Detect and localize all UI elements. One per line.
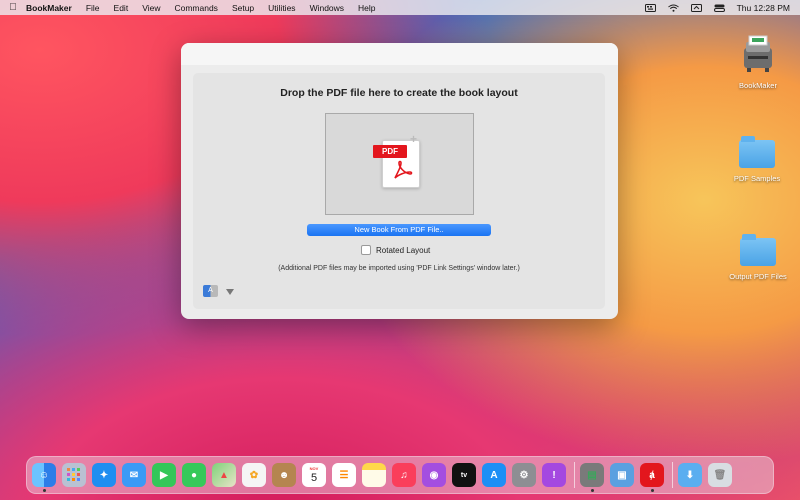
menu-windows[interactable]: Windows [310, 3, 344, 13]
preview-icon: ▣ [617, 469, 627, 481]
podcasts-icon: ◉ [429, 469, 439, 481]
dock-trash[interactable]: 🗑 [708, 463, 732, 487]
dock-music[interactable]: ♫ [392, 463, 416, 487]
feedback-icon: ! [552, 469, 556, 481]
plus-icon: + [410, 132, 418, 146]
dock-mail[interactable]: ✉ [122, 463, 146, 487]
desktop-icon-bookmaker[interactable]: BookMaker [718, 34, 798, 90]
control-center-icon[interactable] [713, 4, 725, 12]
drop-panel: Drop the PDF file here to create the boo… [193, 73, 605, 309]
dock-system-preferences[interactable]: ⚙ [512, 463, 536, 487]
bookmaker-window: Drop the PDF file here to create the boo… [181, 43, 618, 319]
downloads-folder-icon: ⬇ [685, 469, 695, 481]
acrobat-icon [394, 160, 413, 179]
new-book-from-pdf-button[interactable]: New Book From PDF File.. [307, 224, 491, 236]
calendar-day: 5 [310, 472, 318, 484]
desktop-icon-output-pdf-files[interactable]: Output PDF Files [718, 234, 798, 281]
menu-bar:  BookMaker File Edit View Commands Setu… [0, 0, 800, 15]
dock-maps[interactable]: ▲ [212, 463, 236, 487]
photos-flower-icon: ✿ [249, 469, 259, 481]
menu-view[interactable]: View [142, 3, 160, 13]
dock-bookmaker[interactable]: ▤ [580, 463, 604, 492]
dock-calendar[interactable]: NOV 5 [302, 463, 326, 487]
language-icon[interactable]: A [203, 285, 218, 297]
dock-feedback[interactable]: ! [542, 463, 566, 487]
app-store-icon: A [490, 469, 498, 481]
desktop-icon-label: BookMaker [739, 81, 777, 90]
import-note: (Additional PDF files may be imported us… [278, 265, 520, 272]
language-dropdown-icon[interactable] [226, 289, 234, 295]
dock-tv[interactable]: tv [452, 463, 476, 487]
dock-contacts[interactable]: ☻ [272, 463, 296, 487]
dock-downloads[interactable]: ⬇ [678, 463, 702, 487]
dock-separator [574, 462, 575, 488]
status-area: Thu 12:28 PM [644, 0, 790, 15]
desktop-icon-label: PDF Samples [733, 174, 781, 183]
dock-reminders[interactable]: ☰ [332, 463, 356, 487]
wifi-icon[interactable] [667, 4, 679, 12]
contacts-person-icon: ☻ [278, 469, 290, 481]
dock: ☺ ✦ ✉ ▶ ● ▲ ✿ ☻ NOV 5 ☰ ♫ ◉ tv A ⚙ ! ▤ ▣… [26, 456, 774, 494]
dock-preview[interactable]: ▣ [610, 463, 634, 487]
pdf-drop-zone[interactable]: PDF + [325, 113, 474, 215]
dock-app-store[interactable]: A [482, 463, 506, 487]
folder-icon [740, 234, 776, 266]
menu-utilities[interactable]: Utilities [268, 3, 295, 13]
acrobat-icon: ⱥ [649, 469, 655, 481]
finder-icon: ☺ [38, 469, 50, 481]
rotated-layout-option[interactable]: Rotated Layout [361, 245, 430, 255]
trash-icon: 🗑 [713, 469, 727, 481]
dock-facetime[interactable]: ▶ [152, 463, 176, 487]
drop-instructions: Drop the PDF file here to create the boo… [280, 87, 518, 99]
rotated-layout-label: Rotated Layout [376, 245, 431, 255]
menu-file[interactable]: File [86, 3, 100, 13]
running-indicator [43, 489, 46, 492]
facetime-camera-icon: ▶ [160, 469, 168, 481]
menu-commands[interactable]: Commands [174, 3, 217, 13]
maps-pin-icon: ▲ [219, 469, 229, 481]
rotated-layout-checkbox[interactable] [361, 245, 371, 255]
pdf-badge: PDF [373, 145, 407, 158]
dock-launchpad[interactable] [62, 463, 86, 487]
gear-icon: ⚙ [519, 469, 529, 481]
pdf-document-icon: PDF [373, 140, 420, 188]
bookmaker-app-icon: ▤ [587, 469, 597, 481]
dock-acrobat[interactable]: ⱥ [640, 463, 664, 492]
desktop-icon-pdf-samples[interactable]: PDF Samples [717, 136, 797, 183]
tv-icon: tv [460, 471, 468, 479]
bookmaker-app-icon [744, 35, 772, 72]
launchpad-icon [67, 468, 80, 481]
dock-photos[interactable]: ✿ [242, 463, 266, 487]
running-indicator [591, 489, 594, 492]
music-note-icon: ♫ [400, 469, 408, 481]
reminders-list-icon: ☰ [339, 469, 349, 481]
desktop-icon-label: Output PDF Files [729, 272, 787, 281]
app-menu[interactable]: BookMaker [26, 3, 72, 13]
dock-separator [672, 462, 673, 488]
dock-notes[interactable] [362, 463, 386, 487]
menu-help[interactable]: Help [358, 3, 375, 13]
messages-bubble-icon: ● [190, 469, 198, 481]
running-indicator [651, 489, 654, 492]
menu-setup[interactable]: Setup [232, 3, 254, 13]
mail-envelope-icon: ✉ [129, 469, 139, 481]
dock-safari[interactable]: ✦ [92, 463, 116, 487]
apple-menu-icon[interactable]:  [0, 2, 26, 13]
keyboard-icon[interactable] [644, 3, 656, 12]
dock-podcasts[interactable]: ◉ [422, 463, 446, 487]
dock-finder[interactable]: ☺ [32, 463, 56, 492]
folder-icon [739, 136, 775, 168]
dock-messages[interactable]: ● [182, 463, 206, 487]
window-titlebar[interactable] [181, 43, 618, 65]
menu-edit[interactable]: Edit [114, 3, 129, 13]
display-icon[interactable] [690, 3, 702, 12]
menu-clock[interactable]: Thu 12:28 PM [737, 3, 790, 13]
safari-compass-icon: ✦ [99, 469, 109, 481]
